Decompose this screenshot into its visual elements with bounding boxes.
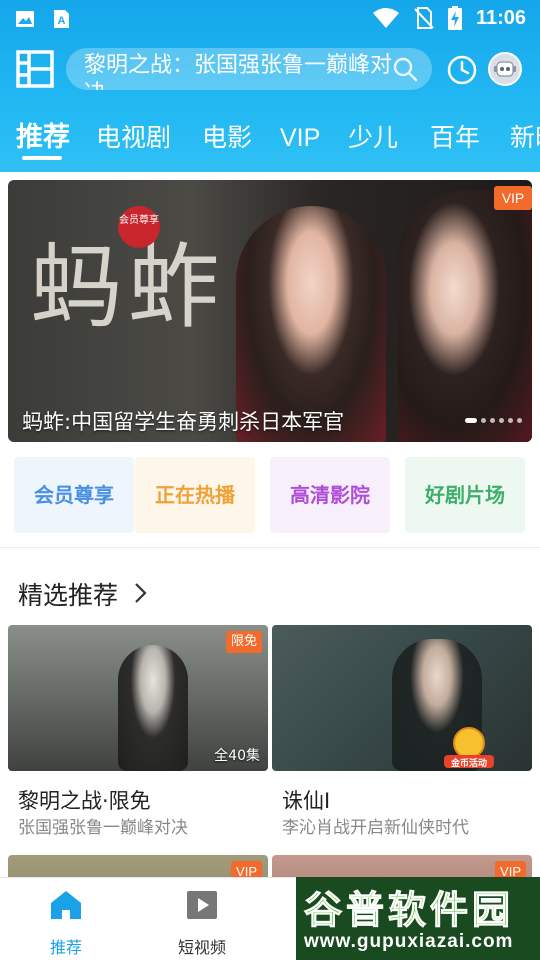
status-time: 11:06 <box>475 6 526 29</box>
video-card[interactable]: 限免 全40集 黎明之战·限免 张国强张鲁一巅峰对决 <box>8 625 268 838</box>
video-card[interactable]: VIP <box>272 855 532 877</box>
banner-pagination <box>465 418 522 423</box>
search-icon[interactable] <box>392 56 418 82</box>
clock-icon <box>447 55 477 85</box>
banner-dot <box>465 418 477 423</box>
banner-actress-right <box>398 190 532 442</box>
tab-centennial[interactable]: 百年 <box>430 118 480 158</box>
robot-avatar-icon <box>494 61 516 77</box>
status-bar: A 11:06 <box>0 0 540 36</box>
quick-entry-good-drama[interactable]: 好剧片场 <box>405 457 525 533</box>
watermark-url: www.gupuxiazai.com <box>304 931 514 952</box>
banner-vip-badge: VIP <box>494 186 532 210</box>
banner-dot <box>517 418 522 423</box>
tab-new-era[interactable]: 新时 <box>510 118 540 158</box>
quick-entry-vip-member[interactable]: 会员尊享 <box>14 457 134 533</box>
video-thumbnail: 金币活动 <box>272 625 532 771</box>
svg-text:A: A <box>58 15 66 27</box>
banner-dot <box>481 418 486 423</box>
search-hint-text: 黎明之战：张国强张鲁一巅峰对决 <box>84 53 393 90</box>
tab-tv-series[interactable]: 电视剧 <box>96 118 171 158</box>
quick-entry-now-playing[interactable]: 正在热播 <box>135 457 255 533</box>
video-card[interactable]: 金币活动 诛仙I 李沁肖战开启新仙侠时代 <box>272 625 532 838</box>
gallery-notification-icon <box>16 11 34 27</box>
play-video-icon <box>187 891 217 919</box>
quick-entry-hd-cinema[interactable]: 高清影院 <box>270 457 390 533</box>
nav-item-short-video[interactable]: 短视频 <box>152 888 252 958</box>
category-menu-button[interactable] <box>16 50 54 88</box>
video-title: 黎明之战·限免 <box>18 789 151 813</box>
watermark-brand: 谷普软件园 <box>303 888 515 933</box>
tab-kids[interactable]: 少儿 <box>348 118 398 158</box>
banner-title: 蚂蚱:中国留学生奋勇刺杀日本军官 <box>22 410 345 434</box>
banner-dot <box>499 418 504 423</box>
vip-badge: VIP <box>231 861 262 877</box>
banner-calligraphy-title: 蚂蚱 <box>30 234 227 341</box>
nav-item-recommend[interactable]: 推荐 <box>16 888 116 958</box>
category-tabs: 推荐 电视剧 电影 VIP 少儿 百年 新时 <box>0 118 540 162</box>
video-subtitle: 张国强张鲁一巅峰对决 <box>18 818 188 838</box>
video-thumbnail: VIP <box>272 855 532 877</box>
tab-recommend[interactable]: 推荐 <box>16 118 70 158</box>
tab-movies[interactable]: 电影 <box>202 118 252 158</box>
video-title: 诛仙I <box>282 789 331 813</box>
coin-event-badge[interactable]: 金币活动 <box>442 725 496 769</box>
free-limited-badge: 限免 <box>225 631 262 653</box>
app-notification-icon: A <box>54 10 69 28</box>
banner-member-seal: 会员尊享 <box>118 206 160 248</box>
home-icon <box>51 891 81 919</box>
video-thumbnail: 限免 全40集 <box>8 625 268 771</box>
wifi-icon <box>372 8 399 28</box>
banner-seal-text: 会员尊享 <box>119 215 159 226</box>
banner-dot <box>508 418 513 423</box>
user-avatar[interactable] <box>488 52 522 86</box>
history-button[interactable] <box>446 54 478 86</box>
video-subtitle: 李沁肖战开启新仙侠时代 <box>282 818 469 838</box>
coin-event-label: 金币活动 <box>450 759 487 769</box>
search-box[interactable]: 黎明之战：张国强张鲁一巅峰对决 <box>66 48 432 90</box>
tab-vip[interactable]: VIP <box>280 118 320 158</box>
video-thumbnail: VIP <box>8 855 268 877</box>
chevron-right-icon[interactable] <box>132 580 150 606</box>
nav-label: 短视频 <box>177 938 226 957</box>
vip-badge: VIP <box>495 861 526 877</box>
active-tab-indicator <box>22 156 62 160</box>
nav-label: 推荐 <box>49 938 82 957</box>
section-title[interactable]: 精选推荐 <box>18 576 118 612</box>
film-grid-icon <box>16 50 54 88</box>
section-divider <box>0 547 540 548</box>
watermark: 谷普软件园 www.gupuxiazai.com <box>296 877 540 960</box>
video-card[interactable]: VIP <box>8 855 268 877</box>
banner-dot <box>490 418 495 423</box>
battery-charging-icon <box>447 6 462 30</box>
episode-count: 全40集 <box>214 748 260 764</box>
no-sim-icon <box>414 7 434 29</box>
